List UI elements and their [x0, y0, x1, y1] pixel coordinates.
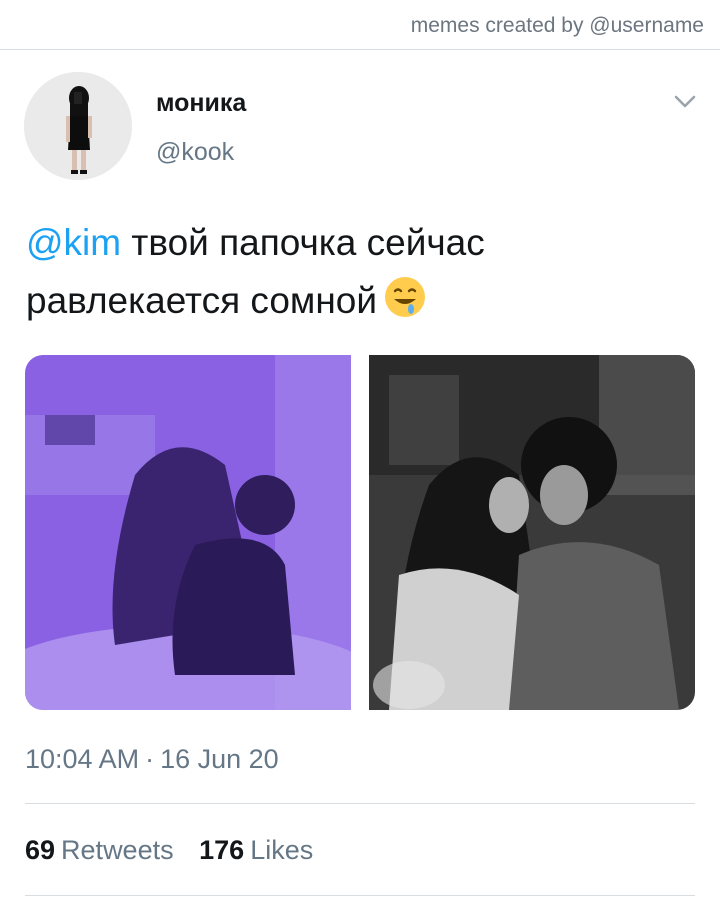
timestamp-separator: ·: [145, 744, 155, 774]
tweet-time: 10:04 AM: [25, 744, 140, 774]
drooling-face-icon: [383, 275, 427, 319]
tweet-text: @kim твой папочка сейчас равлекается сом…: [26, 214, 666, 330]
retweets-label: Retweets: [61, 835, 174, 865]
tweet-stats: 69 Retweets 176 Likes: [25, 835, 331, 866]
tweet-text-line2: равлекается сомной: [26, 280, 378, 321]
divider: [25, 895, 695, 896]
photo-couple-bw: [369, 355, 695, 710]
media-photo-right[interactable]: [369, 355, 695, 710]
tweet-date: 16 Jun 20: [160, 744, 279, 774]
watermark-text: memes created by @username: [410, 14, 704, 37]
likes-count: 176: [199, 835, 245, 865]
mention-link[interactable]: @kim: [26, 222, 121, 263]
tweet-timestamp[interactable]: 10:04 AM · 16 Jun 20: [25, 744, 279, 775]
top-bar: memes created by @username: [0, 0, 720, 50]
retweets-stat[interactable]: 69 Retweets: [25, 835, 174, 865]
avatar[interactable]: [24, 72, 132, 180]
tweet-text-line1: твой папочка сейчас: [121, 222, 485, 263]
media-photo-left[interactable]: [25, 355, 351, 710]
likes-label: Likes: [250, 835, 314, 865]
display-name[interactable]: моника: [156, 89, 246, 118]
likes-stat[interactable]: 176 Likes: [199, 835, 313, 865]
chevron-down-icon[interactable]: [672, 88, 698, 114]
photo-couple-purple: [25, 355, 351, 710]
user-handle[interactable]: @kook: [156, 138, 234, 167]
avatar-photo: [24, 72, 132, 180]
retweets-count: 69: [25, 835, 56, 865]
divider: [25, 803, 695, 804]
